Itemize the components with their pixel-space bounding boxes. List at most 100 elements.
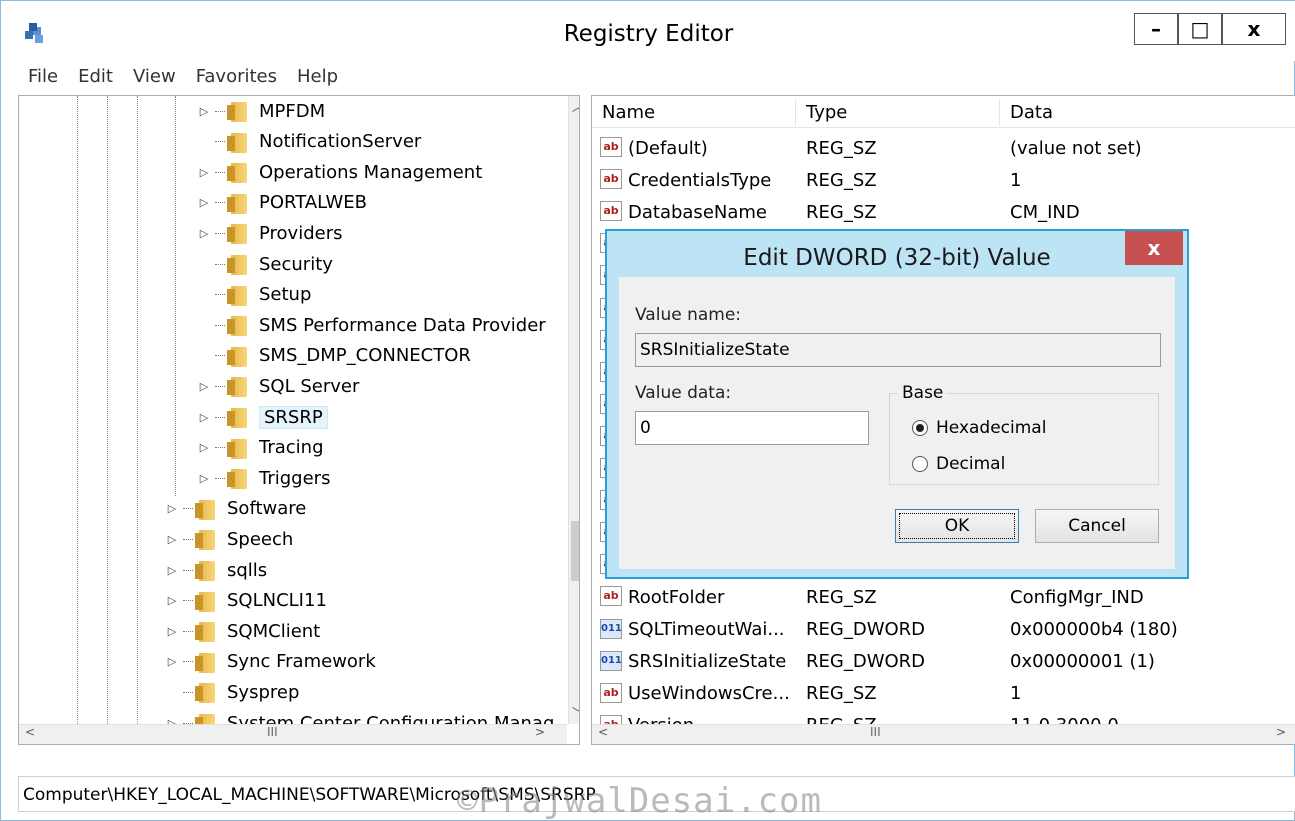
- tree-item[interactable]: SMS_DMP_CONNECTOR: [197, 341, 471, 371]
- column-type[interactable]: Type: [796, 100, 1000, 126]
- scroll-up-icon[interactable]: ︿: [569, 98, 579, 115]
- ok-button[interactable]: OK: [895, 509, 1019, 543]
- expand-arrow-icon[interactable]: ▷: [197, 196, 211, 209]
- expand-arrow-icon[interactable]: ▷: [165, 502, 179, 515]
- expand-arrow-icon[interactable]: ▷: [165, 625, 179, 638]
- tree-item[interactable]: ▷ Tracing: [197, 433, 324, 463]
- value-row[interactable]: ab (Default) REG_SZ (value not set): [592, 132, 1295, 164]
- list-horizontal-scrollbar[interactable]: < III >: [592, 724, 1295, 744]
- value-type: REG_DWORD: [806, 619, 926, 640]
- maximize-button[interactable]: □: [1178, 13, 1222, 45]
- tree-item[interactable]: ▷ SQL Server: [197, 371, 359, 401]
- minimize-button[interactable]: –: [1134, 13, 1178, 45]
- tree-item[interactable]: Sysprep: [165, 677, 299, 707]
- tree-item[interactable]: ▷ Triggers: [197, 463, 330, 493]
- value-data-input[interactable]: 0: [635, 411, 869, 445]
- tree-item[interactable]: ▷ Providers: [197, 218, 343, 248]
- expand-arrow-icon[interactable]: ▷: [197, 227, 211, 240]
- tree-item[interactable]: ▷ SQLNCLI11: [165, 586, 327, 616]
- expand-arrow-icon[interactable]: ▷: [165, 564, 179, 577]
- folder-icon: [195, 681, 217, 704]
- expand-arrow-icon[interactable]: ▷: [197, 441, 211, 454]
- cancel-button[interactable]: Cancel: [1035, 509, 1159, 543]
- list-hscroll-thumb-grip[interactable]: III: [870, 725, 881, 739]
- menu-edit[interactable]: Edit: [68, 63, 123, 91]
- scroll-right-icon[interactable]: >: [531, 725, 549, 739]
- tree-hscroll-thumb-grip[interactable]: III: [267, 725, 278, 739]
- value-name: UseWindowsCre...: [628, 683, 790, 705]
- tree-item[interactable]: ▷ Sync Framework: [165, 647, 376, 677]
- title-bar[interactable]: Registry Editor – □ x: [1, 1, 1295, 61]
- menu-help[interactable]: Help: [287, 63, 348, 91]
- tree-connector: [215, 477, 225, 479]
- tree-item[interactable]: NotificationServer: [197, 127, 421, 157]
- tree-item-label: PORTALWEB: [259, 192, 368, 214]
- tree-item-label: Security: [259, 253, 333, 275]
- tree-item[interactable]: ▷ MPFDM: [197, 96, 325, 126]
- expand-arrow-icon[interactable]: ▷: [197, 166, 211, 179]
- tree-guide-line: [175, 96, 176, 496]
- tree-item-label: Tracing: [259, 437, 324, 459]
- expand-arrow-icon[interactable]: ▷: [197, 105, 211, 118]
- tree-horizontal-scrollbar[interactable]: < III >: [19, 724, 567, 744]
- value-data-label: Value data:: [635, 383, 732, 403]
- menu-file[interactable]: File: [18, 63, 68, 91]
- value-row[interactable]: ab DatabaseName REG_SZ CM_IND: [592, 196, 1295, 228]
- folder-icon: [195, 498, 217, 520]
- dialog-title: Edit DWORD (32-bit) Value: [743, 245, 1051, 271]
- tree-item-label: Software: [227, 498, 307, 520]
- registry-editor-window: Registry Editor – □ x File Edit View Fav…: [0, 0, 1295, 821]
- expand-arrow-icon[interactable]: ▷: [197, 472, 211, 485]
- folder-icon: [227, 222, 249, 245]
- value-name-label: Value name:: [635, 305, 742, 325]
- value-row[interactable]: ab RootFolder REG_SZ ConfigMgr_IND: [592, 581, 1295, 613]
- tree-item[interactable]: Setup: [197, 280, 311, 310]
- column-data[interactable]: Data: [1000, 100, 1295, 126]
- value-type: REG_SZ: [806, 169, 877, 191]
- window-title: Registry Editor: [563, 21, 734, 47]
- tree-item[interactable]: ▷ SRSRP: [197, 402, 328, 432]
- decimal-label: Decimal: [936, 454, 1006, 474]
- scroll-down-icon[interactable]: ﹀: [569, 704, 579, 721]
- decimal-radio[interactable]: Decimal: [912, 454, 1005, 474]
- tree-item[interactable]: ▷ Software: [165, 494, 306, 524]
- menu-view[interactable]: View: [123, 63, 186, 91]
- expand-arrow-icon[interactable]: ▷: [197, 380, 211, 393]
- tree-vertical-scrollbar[interactable]: ︿ ﹀: [568, 96, 579, 724]
- expand-arrow-icon[interactable]: ▷: [197, 411, 211, 424]
- menu-favorites[interactable]: Favorites: [186, 63, 287, 91]
- hexadecimal-label: Hexadecimal: [936, 418, 1047, 438]
- value-row[interactable]: ab UseWindowsCre... REG_SZ 1: [592, 678, 1295, 710]
- tree-item[interactable]: ▷ SQMClient: [165, 616, 320, 646]
- tree-item[interactable]: ▷ Speech: [165, 524, 293, 554]
- tree-item-label: Speech: [227, 528, 294, 550]
- hexadecimal-radio[interactable]: Hexadecimal: [912, 418, 1046, 438]
- value-row[interactable]: ab CredentialsType REG_SZ 1: [592, 164, 1295, 196]
- tree-item[interactable]: SMS Performance Data Provider: [197, 310, 546, 340]
- column-name[interactable]: Name: [592, 100, 796, 126]
- reg-sz-icon: ab: [600, 682, 622, 703]
- tree-guide-line: [77, 96, 78, 724]
- tree-item-label: Providers: [259, 222, 343, 244]
- value-name-field[interactable]: SRSInitializeState: [635, 333, 1161, 367]
- folder-icon: [227, 253, 249, 275]
- value-row[interactable]: 011 SQLTimeoutWai... REG_DWORD 0x000000b4 (…: [592, 614, 1295, 646]
- tree-item[interactable]: ▷ Operations Management: [197, 157, 482, 187]
- expand-arrow-icon[interactable]: ▷: [165, 655, 179, 668]
- tree-connector: [215, 324, 225, 326]
- scroll-left-icon[interactable]: <: [21, 725, 39, 739]
- scroll-right-icon[interactable]: >: [1272, 725, 1290, 739]
- value-row[interactable]: 011 SRSInitializeState REG_DWORD 0x00000001…: [592, 646, 1295, 678]
- scroll-left-icon[interactable]: <: [594, 725, 612, 739]
- tree-item[interactable]: ▷ PORTALWEB: [197, 188, 367, 218]
- expand-arrow-icon[interactable]: ▷: [165, 594, 179, 607]
- tree-item[interactable]: Security: [197, 249, 333, 279]
- tree-item[interactable]: ▷ sqlls: [165, 555, 267, 585]
- tree-scroll-thumb[interactable]: [571, 521, 579, 581]
- tree-item-label: SQMClient: [227, 620, 321, 642]
- tree-guide-line: [137, 96, 138, 724]
- reg-sz-icon: ab: [600, 586, 622, 607]
- expand-arrow-icon[interactable]: ▷: [165, 533, 179, 546]
- dialog-close-button[interactable]: x: [1125, 231, 1183, 265]
- close-button[interactable]: x: [1222, 13, 1286, 45]
